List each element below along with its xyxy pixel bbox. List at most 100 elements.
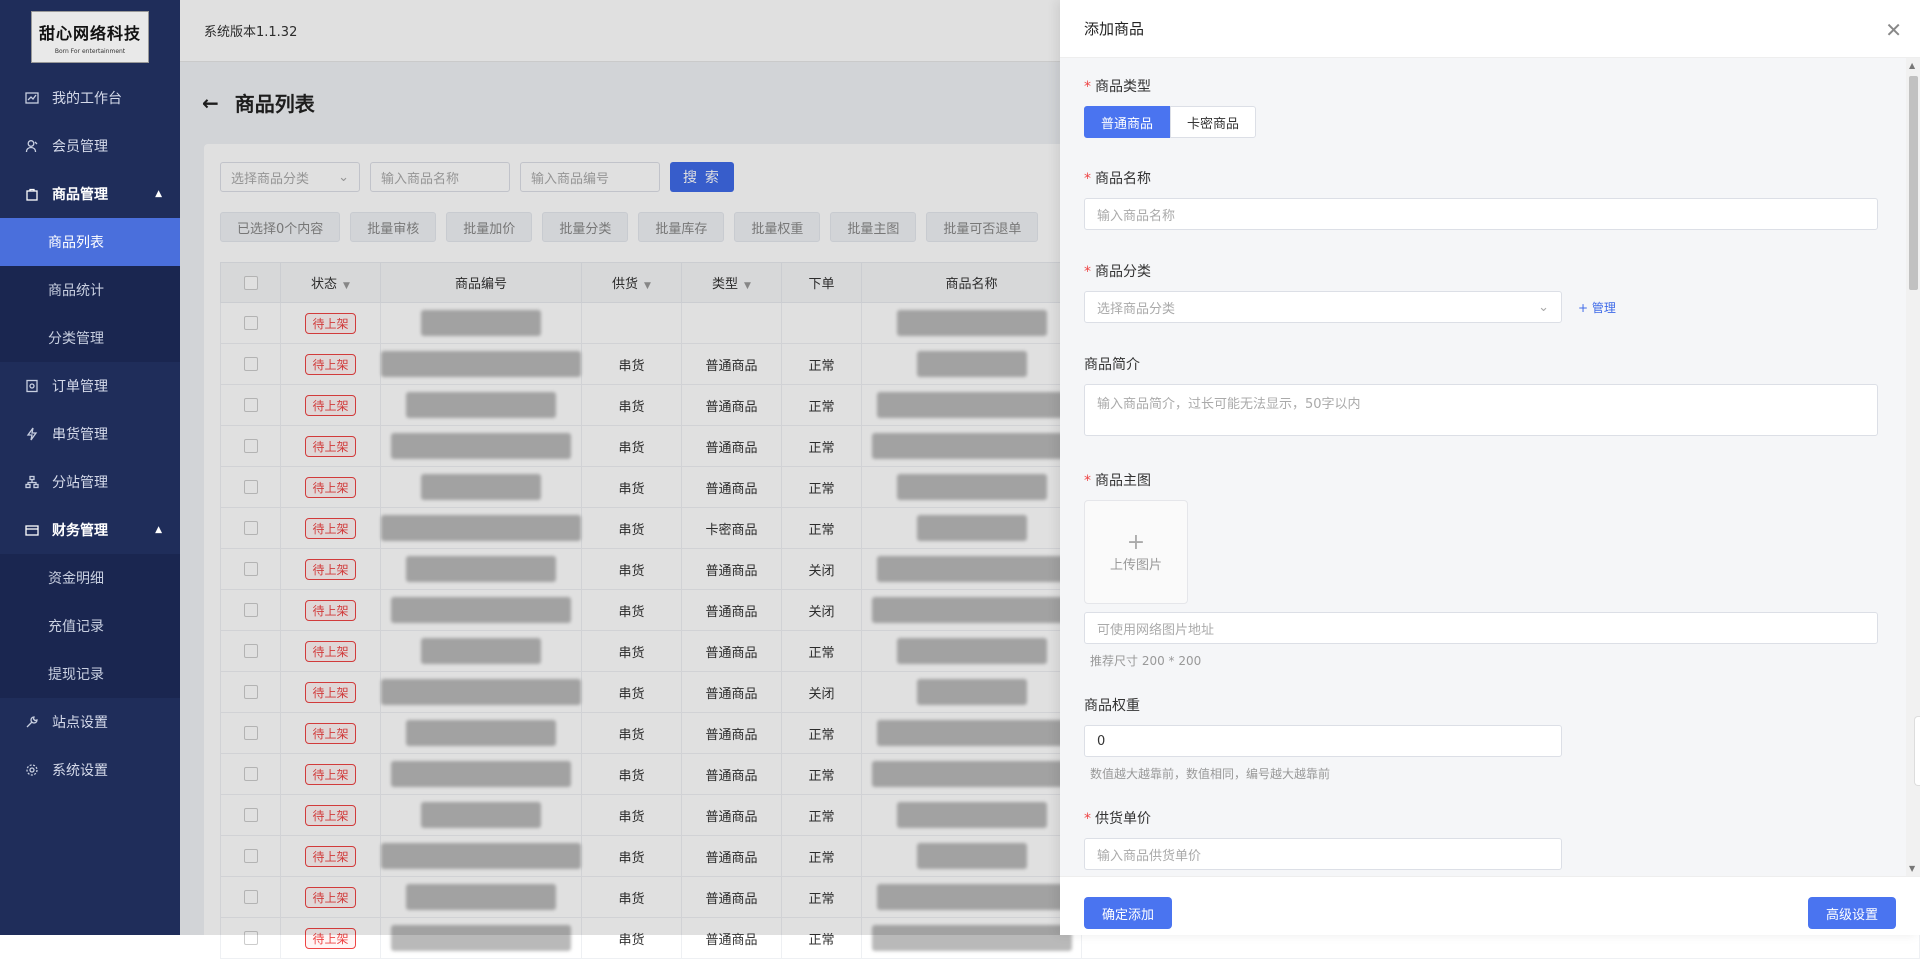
row-checkbox[interactable] xyxy=(243,357,258,371)
scroll-down-icon[interactable]: ▼ xyxy=(1909,864,1915,873)
sidebar-item-category[interactable]: 分类管理 xyxy=(0,314,180,362)
type-option-normal[interactable]: 普通商品 xyxy=(1084,106,1171,138)
row-checkbox[interactable] xyxy=(243,931,258,945)
row-checkbox[interactable] xyxy=(243,849,258,863)
supply-cell xyxy=(581,302,682,344)
status-badge: 待上架 xyxy=(305,599,356,621)
col-type[interactable]: 类型 ▼ xyxy=(681,262,782,303)
name-search-input[interactable]: 输入商品名称 xyxy=(370,162,510,192)
goods-intro-textarea[interactable]: 输入商品简介，过长可能无法显示，50字以内 xyxy=(1084,384,1878,436)
col-status[interactable]: 状态 ▼ xyxy=(280,262,381,303)
supply-cell: 串货 xyxy=(581,794,682,836)
goods-name-input[interactable]: 输入商品名称 xyxy=(1084,198,1878,230)
name-cell xyxy=(861,835,1082,877)
sidebar-item-members[interactable]: 会员管理 xyxy=(0,122,180,170)
row-checkbox[interactable] xyxy=(243,521,258,535)
code-search-input[interactable]: 输入商品编号 xyxy=(520,162,660,192)
status-cell: 待上架 xyxy=(280,343,381,385)
col-label: 供货 xyxy=(612,277,639,292)
bulk-image-button[interactable]: 批量主图 xyxy=(830,212,917,242)
name-cell xyxy=(861,548,1082,590)
sidebar-item-funds[interactable]: 资金明细 xyxy=(0,554,180,602)
selected-count: 已选择0个内容 xyxy=(220,212,341,242)
row-checkbox[interactable] xyxy=(243,603,258,617)
bulk-refund-button[interactable]: 批量可否退单 xyxy=(926,212,1039,242)
row-checkbox[interactable] xyxy=(243,890,258,904)
row-checkbox[interactable] xyxy=(243,562,258,576)
bulk-category-button[interactable]: 批量分类 xyxy=(542,212,629,242)
goods-category-select[interactable]: 选择商品分类 ⌄ xyxy=(1084,291,1562,323)
bulk-stock-button[interactable]: 批量库存 xyxy=(638,212,725,242)
row-checkbox[interactable] xyxy=(243,480,258,494)
bulk-markup-button[interactable]: 批量加价 xyxy=(446,212,533,242)
row-checkbox[interactable] xyxy=(243,726,258,740)
type-field: * 商品类型 普通商品 卡密商品 xyxy=(1084,76,1257,138)
image-url-input[interactable]: 可使用网络图片地址 xyxy=(1084,612,1878,644)
code-cell xyxy=(380,466,582,508)
status-cell: 待上架 xyxy=(280,466,381,508)
back-arrow-icon[interactable]: ← xyxy=(202,91,219,115)
row-checkbox[interactable] xyxy=(243,316,258,330)
sidebar-item-withdraw[interactable]: 提现记录 xyxy=(0,650,180,698)
name-cell xyxy=(861,794,1082,836)
col-supply[interactable]: 供货 ▼ xyxy=(581,262,682,303)
sidebar-item-site-settings[interactable]: 站点设置 xyxy=(0,698,180,746)
type-cell: 普通商品 xyxy=(681,425,782,467)
sidebar-item-finance[interactable]: 财务管理 ▲ xyxy=(0,506,180,554)
advanced-settings-button[interactable]: 高级设置 xyxy=(1808,897,1896,929)
scrollbar-thumb[interactable] xyxy=(1909,76,1918,290)
weight-input[interactable]: 0 xyxy=(1084,725,1562,757)
blurred-code xyxy=(391,597,571,623)
required-mark: * xyxy=(1084,811,1091,827)
select-all-checkbox[interactable] xyxy=(243,275,258,290)
sidebar-item-system-settings[interactable]: 系统设置 xyxy=(0,746,180,794)
sidebar-item-label: 站点设置 xyxy=(52,715,108,731)
search-button[interactable]: 搜 索 xyxy=(670,162,734,192)
sidebar-item-orders[interactable]: 订单管理 xyxy=(0,362,180,410)
manage-category-link[interactable]: + 管理 xyxy=(1578,299,1616,316)
row-select-cell xyxy=(220,425,281,467)
row-checkbox[interactable] xyxy=(243,439,258,453)
sidebar-item-goods[interactable]: 商品管理 ▲ xyxy=(0,170,180,218)
close-icon[interactable]: ✕ xyxy=(1885,18,1902,42)
sidebar-item-goods-stats[interactable]: 商品统计 xyxy=(0,266,180,314)
blurred-code xyxy=(421,310,541,336)
filter-icon[interactable]: ▼ xyxy=(644,281,651,291)
bulk-audit-button[interactable]: 批量审核 xyxy=(350,212,437,242)
name-cell xyxy=(861,425,1082,467)
sidebar-item-goods-list[interactable]: 商品列表 xyxy=(0,218,180,266)
confirm-add-button[interactable]: 确定添加 xyxy=(1084,897,1172,929)
sidebar: 甜心网络科技 Born For entertainment 我的工作台 会员管理… xyxy=(0,0,180,935)
row-checkbox[interactable] xyxy=(243,808,258,822)
sidebar-item-substation[interactable]: 分站管理 xyxy=(0,458,180,506)
bulk-weight-button[interactable]: 批量权重 xyxy=(734,212,821,242)
bulk-actions: 已选择0个内容 批量审核 批量加价 批量分类 批量库存 批量权重 批量主图 批量… xyxy=(220,212,1039,242)
type-option-card[interactable]: 卡密商品 xyxy=(1170,106,1257,138)
select-all-cell xyxy=(220,262,281,303)
supply-price-input[interactable]: 输入商品供货单价 xyxy=(1084,838,1562,870)
status-cell: 待上架 xyxy=(280,835,381,877)
bolt-icon xyxy=(24,426,40,442)
filter-icon[interactable]: ▼ xyxy=(744,281,751,291)
row-checkbox[interactable] xyxy=(243,767,258,781)
category-select[interactable]: 选择商品分类 ⌄ xyxy=(220,162,360,192)
row-select-cell xyxy=(220,548,281,590)
row-checkbox[interactable] xyxy=(243,685,258,699)
sidebar-item-crossgoods[interactable]: 串货管理 xyxy=(0,410,180,458)
code-cell xyxy=(380,507,582,549)
weight-label: 商品权重 xyxy=(1084,698,1140,714)
sidebar-item-recharge[interactable]: 充值记录 xyxy=(0,602,180,650)
code-cell xyxy=(380,917,582,959)
row-checkbox[interactable] xyxy=(243,644,258,658)
type-cell: 普通商品 xyxy=(681,671,782,713)
sidebar-item-workbench[interactable]: 我的工作台 xyxy=(0,74,180,122)
blurred-code xyxy=(391,433,571,459)
row-select-cell xyxy=(220,671,281,713)
scroll-up-icon[interactable]: ▲ xyxy=(1909,61,1915,70)
side-collapse-tab[interactable] xyxy=(1914,716,1920,786)
row-checkbox[interactable] xyxy=(243,398,258,412)
logo-subtitle: Born For entertainment xyxy=(54,47,126,55)
filter-icon[interactable]: ▼ xyxy=(343,281,350,291)
blurred-name xyxy=(871,761,1072,787)
upload-image-button[interactable]: + 上传图片 xyxy=(1084,500,1188,604)
